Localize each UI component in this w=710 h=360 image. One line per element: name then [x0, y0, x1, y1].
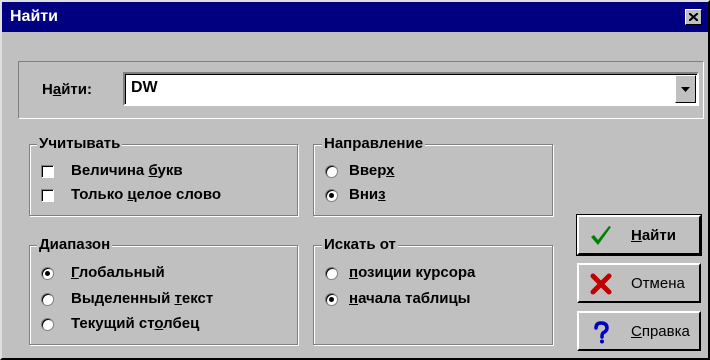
- direction-group: [313, 144, 553, 216]
- close-icon: [689, 13, 698, 21]
- radio-circle[interactable]: [41, 293, 54, 306]
- help-button-label: Справка: [631, 323, 690, 340]
- range-global-label: Глобальный: [71, 264, 165, 281]
- dropdown-button[interactable]: [675, 75, 696, 103]
- cancel-button[interactable]: Отмена: [577, 263, 701, 303]
- find-input[interactable]: DW: [131, 79, 158, 97]
- radio-circle[interactable]: [325, 189, 338, 202]
- direction-down-label: Вниз: [349, 186, 386, 203]
- radio-dot: [45, 271, 50, 276]
- radio-circle[interactable]: [325, 165, 338, 178]
- match-case-label: Величина букв: [71, 162, 183, 179]
- radio-circle[interactable]: [41, 267, 54, 280]
- window-title: Найти: [10, 8, 58, 25]
- find-button-label: Найти: [631, 227, 676, 244]
- close-button[interactable]: [685, 9, 702, 25]
- consider-group: [29, 144, 298, 216]
- find-combobox[interactable]: DW: [123, 72, 699, 106]
- radio-circle[interactable]: [325, 267, 338, 280]
- question-mark-icon: [594, 321, 609, 344]
- range-column-label: Текущий столбец: [71, 315, 200, 332]
- checkbox-box[interactable]: [41, 165, 54, 178]
- title-bar[interactable]: Найти: [2, 2, 708, 32]
- find-label: Найти:: [42, 81, 92, 98]
- radio-circle[interactable]: [325, 293, 338, 306]
- direction-group-title: Направление: [322, 135, 426, 152]
- chevron-down-icon: [681, 87, 690, 92]
- search-from-group-title: Искать от: [322, 236, 398, 253]
- radio-dot: [329, 297, 334, 302]
- range-group-title: Диапазон: [37, 236, 113, 253]
- cancel-button-label: Отмена: [631, 275, 685, 292]
- whole-word-label: Только целое слово: [71, 186, 222, 203]
- find-dialog: Найти Найти: DW Учитывать Величина букв …: [0, 0, 710, 360]
- radio-dot: [329, 193, 334, 198]
- range-selection-label: Выделенный текст: [71, 290, 214, 307]
- find-button[interactable]: Найти: [576, 214, 702, 256]
- from-cursor-label: позиции курсора: [349, 264, 476, 281]
- from-table-start-label: начала таблицы: [349, 290, 471, 307]
- consider-group-title: Учитывать: [37, 135, 123, 152]
- help-button[interactable]: Справка: [577, 311, 701, 351]
- checkmark-icon: [591, 226, 611, 245]
- radio-circle[interactable]: [41, 318, 54, 331]
- red-x-icon: [590, 273, 612, 295]
- direction-up-label: Вверх: [349, 162, 395, 179]
- checkbox-box[interactable]: [41, 189, 54, 202]
